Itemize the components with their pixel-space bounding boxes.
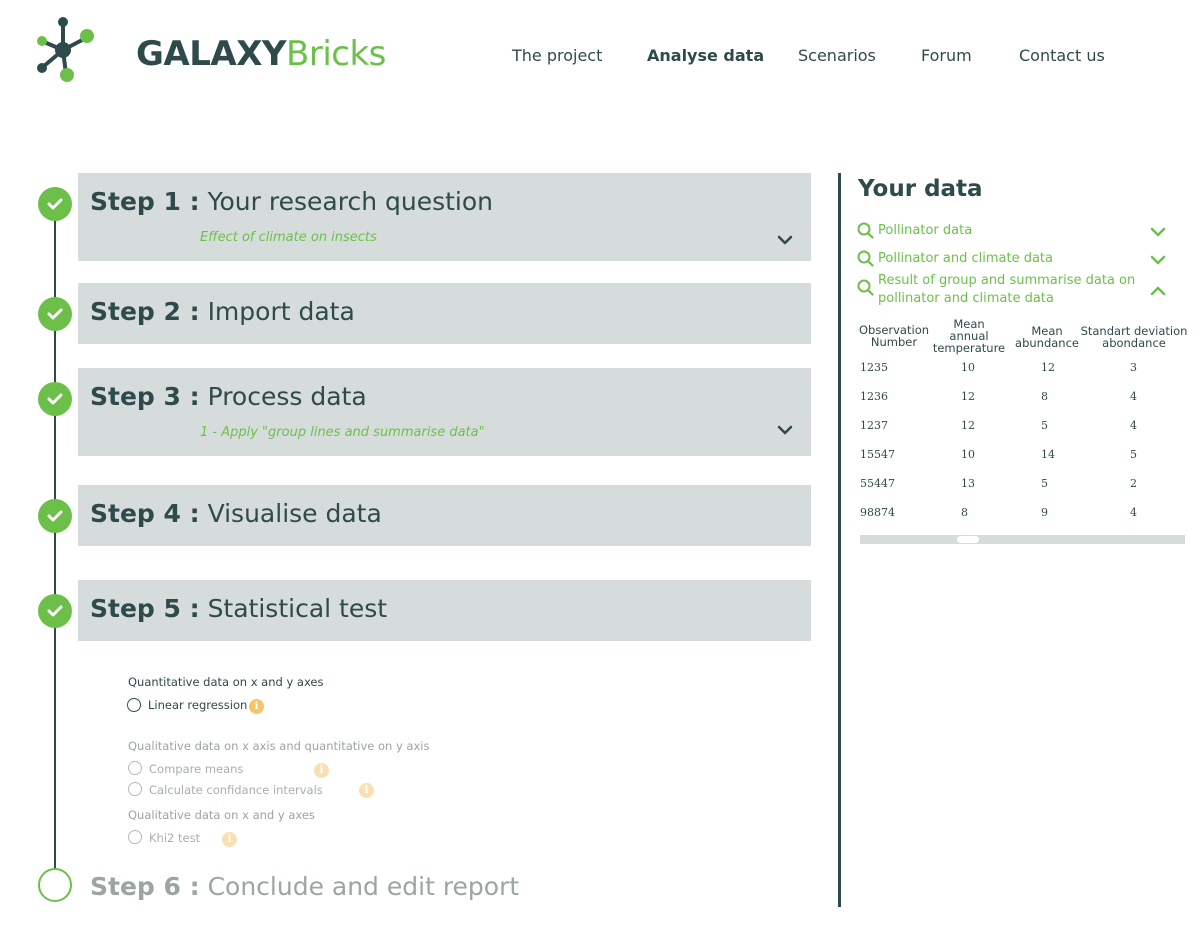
step-6-title[interactable]: Step 6 : Conclude and edit report: [90, 872, 519, 901]
option-compare-means[interactable]: Compare means: [149, 762, 243, 776]
step-2-panel[interactable]: Step 2 : Import data: [78, 283, 811, 344]
group-title-quantitative: Quantitative data on x and y axes: [128, 675, 324, 689]
scrollbar-thumb[interactable]: [956, 535, 980, 544]
step-3-check-icon: [38, 382, 72, 416]
step-3-label: Process data: [207, 382, 367, 411]
dataset-label: Result of group and summarise data on po…: [878, 273, 1136, 306]
dataset-pollinator-climate[interactable]: Pollinator and climate data: [857, 250, 1177, 270]
step-1-check-icon: [38, 187, 72, 221]
column-header-observation: Observation Number: [858, 323, 930, 349]
step-6-number: Step 6 :: [90, 872, 200, 901]
your-data-title: Your data: [858, 176, 983, 202]
nav-scenarios[interactable]: Scenarios: [798, 46, 876, 65]
step-3-panel[interactable]: Step 3 : Process data 1 - Apply "group l…: [78, 368, 811, 456]
step-2-check-icon: [38, 297, 72, 331]
step-5-panel[interactable]: Step 5 : Statistical test: [78, 580, 811, 641]
dataset-label: Pollinator and climate data: [878, 251, 1053, 266]
nav-the-project[interactable]: The project: [512, 46, 602, 65]
horizontal-scrollbar[interactable]: [860, 535, 1185, 544]
nav-forum[interactable]: Forum: [921, 46, 972, 65]
table-cell: 2: [1130, 477, 1137, 490]
table-cell: 8: [961, 506, 968, 519]
search-icon: [857, 279, 874, 296]
step-4-check-icon: [38, 499, 72, 533]
table-cell: 55447: [860, 477, 895, 490]
info-icon[interactable]: i: [314, 763, 329, 778]
radio-compare-means[interactable]: [128, 761, 142, 775]
step-1-title: Step 1 : Your research question: [90, 187, 493, 216]
step-3-number: Step 3 :: [90, 382, 200, 411]
option-linear-regression[interactable]: Linear regression: [148, 698, 247, 712]
step-3-summary: 1 - Apply "group lines and summarise dat…: [200, 425, 485, 440]
step-2-number: Step 2 :: [90, 297, 200, 326]
dataset-pollinator[interactable]: Pollinator data: [857, 222, 1177, 242]
table-cell: 1235: [860, 361, 888, 374]
chevron-down-icon[interactable]: [777, 235, 793, 245]
step-2-title: Step 2 : Import data: [90, 297, 355, 326]
table-cell: 12: [1041, 361, 1055, 374]
table-cell: 98874: [860, 506, 895, 519]
column-header-abundance: Mean abundance: [1015, 324, 1079, 350]
step-2-label: Import data: [207, 297, 355, 326]
search-icon: [857, 222, 874, 239]
search-icon: [857, 250, 874, 267]
info-icon[interactable]: i: [222, 832, 237, 847]
step-1-label: Your research question: [207, 187, 493, 216]
step-4-title: Step 4 : Visualise data: [90, 499, 382, 528]
column-header-temperature: Mean annual temperature: [932, 317, 1006, 355]
group-title-qualitative-x: Qualitative data on x axis and quantitat…: [128, 739, 430, 753]
table-cell: 5: [1130, 448, 1137, 461]
table-cell: 13: [961, 477, 975, 490]
dataset-group-summarise[interactable]: Result of group and summarise data on po…: [857, 272, 1177, 310]
option-khi2-test[interactable]: Khi2 test: [149, 831, 200, 845]
step-1-panel[interactable]: Step 1 : Your research question Effect o…: [78, 173, 811, 261]
table-cell: 5: [1041, 477, 1048, 490]
step-4-label: Visualise data: [207, 499, 382, 528]
step-4-number: Step 4 :: [90, 499, 200, 528]
step-1-summary: Effect of climate on insects: [200, 230, 377, 245]
step-5-number: Step 5 :: [90, 594, 200, 623]
info-icon[interactable]: i: [359, 783, 374, 798]
radio-linear-regression[interactable]: [127, 698, 141, 712]
column-header-std-deviation: Standart deviation abondance: [1080, 324, 1188, 350]
nav-contact-us[interactable]: Contact us: [1019, 46, 1105, 65]
table-cell: 1237: [860, 419, 888, 432]
chevron-down-icon[interactable]: [1150, 255, 1166, 265]
radio-khi2-test[interactable]: [128, 830, 142, 844]
table-cell: 4: [1130, 419, 1137, 432]
table-cell: 10: [961, 448, 975, 461]
info-icon[interactable]: i: [249, 699, 264, 714]
chevron-down-icon[interactable]: [777, 425, 793, 435]
step-6-label: Conclude and edit report: [207, 872, 520, 901]
table-cell: 9: [1041, 506, 1048, 519]
chevron-up-icon[interactable]: [1150, 286, 1166, 296]
step-5-label: Statistical test: [207, 594, 388, 623]
step-6-pending-icon: [38, 868, 72, 902]
table-cell: 12: [961, 390, 975, 403]
table-cell: 12: [961, 419, 975, 432]
main-nav: The project Analyse data Scenarios Forum…: [0, 46, 1200, 70]
table-cell: 15547: [860, 448, 895, 461]
table-cell: 4: [1130, 390, 1137, 403]
option-confidence-intervals[interactable]: Calculate confidance intervals: [149, 783, 323, 797]
nav-analyse-data[interactable]: Analyse data: [647, 46, 764, 65]
group-title-qualitative-xy: Qualitative data on x and y axes: [128, 808, 315, 822]
table-cell: 5: [1041, 419, 1048, 432]
chevron-down-icon[interactable]: [1150, 227, 1166, 237]
step-3-title: Step 3 : Process data: [90, 382, 367, 411]
table-cell: 10: [961, 361, 975, 374]
panel-divider: [838, 173, 841, 907]
table-cell: 4: [1130, 506, 1137, 519]
table-cell: 8: [1041, 390, 1048, 403]
step-5-title: Step 5 : Statistical test: [90, 594, 387, 623]
table-cell: 3: [1130, 361, 1137, 374]
dataset-label: Pollinator data: [878, 223, 973, 238]
radio-confidence-intervals[interactable]: [128, 782, 142, 796]
table-cell: 14: [1041, 448, 1055, 461]
step-5-check-icon: [38, 594, 72, 628]
step-4-panel[interactable]: Step 4 : Visualise data: [78, 485, 811, 546]
table-cell: 1236: [860, 390, 888, 403]
step-1-number: Step 1 :: [90, 187, 200, 216]
